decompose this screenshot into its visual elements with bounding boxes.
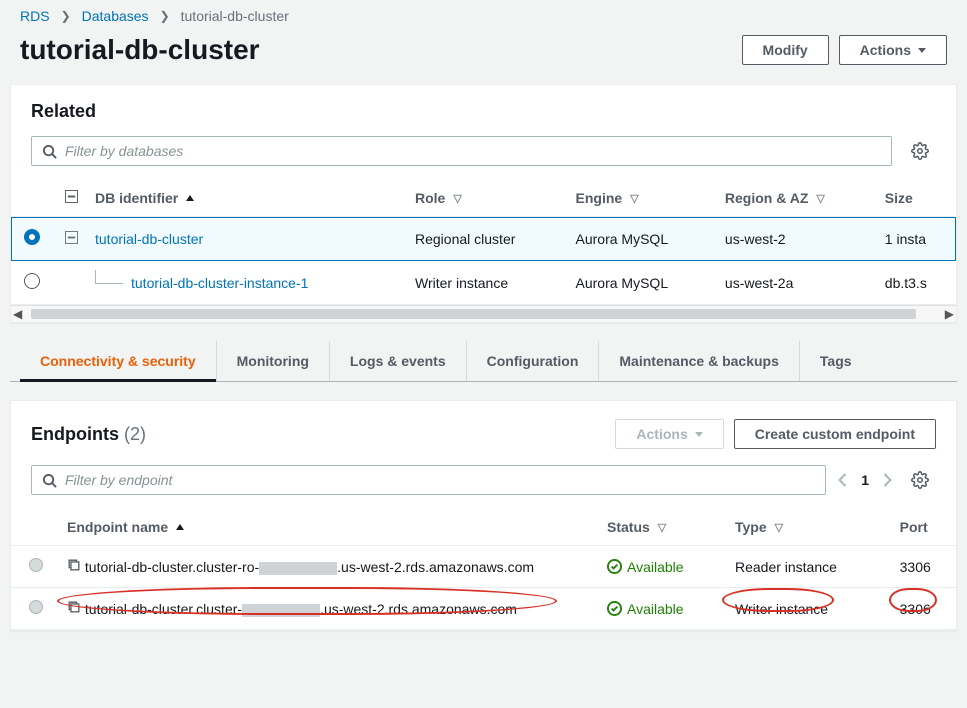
- settings-icon[interactable]: [904, 142, 936, 160]
- db-identifier-link[interactable]: tutorial-db-cluster-instance-1: [131, 275, 308, 291]
- db-engine: Aurora MySQL: [570, 217, 719, 261]
- row-radio[interactable]: [29, 600, 43, 614]
- col-endpoint-name[interactable]: Endpoint name: [67, 519, 168, 535]
- related-title: Related: [11, 85, 956, 128]
- endpoint-status: Available: [607, 601, 723, 617]
- redacted-text: [242, 604, 320, 617]
- tab-tags[interactable]: Tags: [800, 341, 872, 381]
- tab-logs[interactable]: Logs & events: [330, 341, 467, 381]
- col-db-identifier[interactable]: DB identifier: [95, 190, 178, 206]
- db-identifier-link[interactable]: tutorial-db-cluster: [95, 231, 203, 247]
- filter-endpoints-input[interactable]: [65, 472, 815, 488]
- row-radio[interactable]: [24, 273, 40, 289]
- caret-down-icon: [918, 48, 926, 53]
- breadcrumb-rds[interactable]: RDS: [20, 8, 50, 24]
- col-role[interactable]: Role: [415, 190, 445, 206]
- db-engine: Aurora MySQL: [570, 261, 719, 305]
- endpoints-count: (2): [124, 424, 146, 444]
- breadcrumb: RDS ❯ Databases ❯ tutorial-db-cluster: [0, 0, 967, 30]
- related-panel: Related DB identifier: [10, 84, 957, 323]
- filter-databases-input[interactable]: [65, 143, 881, 159]
- db-size: db.t3.s: [879, 261, 956, 305]
- copy-icon[interactable]: [67, 600, 81, 614]
- breadcrumb-current: tutorial-db-cluster: [181, 8, 289, 24]
- endpoint-name: tutorial-db-cluster.cluster-ro-.us-west-…: [85, 559, 534, 575]
- tab-maintenance[interactable]: Maintenance & backups: [599, 341, 800, 381]
- row-radio[interactable]: [29, 558, 43, 572]
- scroll-right-icon[interactable]: ▶: [945, 307, 954, 321]
- redacted-text: [259, 562, 337, 575]
- actions-label: Actions: [860, 42, 911, 58]
- sort-icon: ▽: [775, 521, 783, 534]
- modify-button[interactable]: Modify: [742, 35, 829, 65]
- scroll-thumb[interactable]: [31, 309, 916, 319]
- table-row[interactable]: tutorial-db-cluster-instance-1 Writer in…: [11, 261, 956, 305]
- db-role: Regional cluster: [409, 217, 570, 261]
- endpoint-type: Reader instance: [729, 546, 894, 588]
- collapse-all-icon[interactable]: [65, 190, 78, 203]
- tab-connectivity[interactable]: Connectivity & security: [20, 341, 217, 381]
- sort-icon: ▽: [630, 192, 638, 205]
- search-icon: [42, 473, 57, 488]
- endpoint-port: 3306: [894, 546, 956, 588]
- tab-configuration[interactable]: Configuration: [467, 341, 600, 381]
- sort-icon: ▽: [658, 521, 666, 534]
- pager-next-icon[interactable]: [883, 473, 892, 487]
- breadcrumb-databases[interactable]: Databases: [82, 8, 149, 24]
- db-region: us-west-2: [719, 217, 879, 261]
- db-region: us-west-2a: [719, 261, 879, 305]
- endpoint-status: Available: [607, 559, 723, 575]
- tabs: Connectivity & security Monitoring Logs …: [10, 341, 957, 382]
- databases-table: DB identifier Role ▽ Engine ▽ Region & AZ ▽…: [11, 180, 956, 305]
- table-row[interactable]: tutorial-db-cluster.cluster-ro-.us-west-…: [11, 546, 956, 588]
- copy-icon[interactable]: [67, 558, 81, 572]
- create-endpoint-button[interactable]: Create custom endpoint: [734, 419, 936, 449]
- col-type[interactable]: Type: [735, 519, 767, 535]
- chevron-right-icon: ❯: [61, 9, 71, 23]
- chevron-right-icon: ❯: [160, 9, 170, 23]
- col-engine[interactable]: Engine: [576, 190, 623, 206]
- endpoint-type: Writer instance: [735, 601, 828, 617]
- page-title: tutorial-db-cluster: [20, 34, 260, 66]
- pager-page: 1: [861, 472, 869, 488]
- settings-icon[interactable]: [904, 471, 936, 489]
- caret-down-icon: [695, 432, 703, 437]
- sort-asc-icon: [186, 195, 194, 201]
- endpoint-port: 3306: [900, 601, 931, 617]
- endpoints-title: Endpoints (2): [31, 424, 146, 445]
- tab-monitoring[interactable]: Monitoring: [217, 341, 330, 381]
- col-status[interactable]: Status: [607, 519, 650, 535]
- col-port[interactable]: Port: [900, 519, 928, 535]
- tree-line-icon: [95, 270, 123, 284]
- pager-prev-icon[interactable]: [838, 473, 847, 487]
- page-header: tutorial-db-cluster Modify Actions: [0, 30, 967, 84]
- scroll-left-icon[interactable]: ◀: [13, 307, 22, 321]
- sort-asc-icon: [176, 524, 184, 530]
- db-size: 1 insta: [879, 217, 956, 261]
- filter-databases[interactable]: [31, 136, 892, 166]
- db-role: Writer instance: [409, 261, 570, 305]
- horizontal-scrollbar[interactable]: ◀ ▶: [11, 305, 956, 322]
- filter-endpoints[interactable]: [31, 465, 826, 495]
- search-icon: [42, 144, 57, 159]
- databases-table-wrap: DB identifier Role ▽ Engine ▽ Region & AZ ▽…: [11, 180, 956, 322]
- header-actions: Modify Actions: [742, 35, 947, 65]
- pager: 1: [838, 472, 892, 488]
- table-row[interactable]: tutorial-db-cluster.cluster-.us-west-2.r…: [11, 588, 956, 630]
- table-row[interactable]: tutorial-db-cluster Regional cluster Aur…: [11, 217, 956, 261]
- sort-icon: ▽: [816, 192, 824, 205]
- endpoints-table: Endpoint name Status ▽ Type ▽ Port tutoria…: [11, 509, 956, 630]
- col-size[interactable]: Size: [885, 190, 913, 206]
- endpoint-name: tutorial-db-cluster.cluster-.us-west-2.r…: [85, 601, 517, 617]
- endpoints-actions-dropdown[interactable]: Actions: [615, 419, 723, 449]
- col-region-az[interactable]: Region & AZ: [725, 190, 808, 206]
- row-radio[interactable]: [24, 229, 40, 245]
- sort-icon: ▽: [453, 192, 461, 205]
- actions-dropdown[interactable]: Actions: [839, 35, 947, 65]
- endpoints-panel: Endpoints (2) Actions Create custom endp…: [10, 400, 957, 631]
- collapse-icon[interactable]: [65, 231, 78, 244]
